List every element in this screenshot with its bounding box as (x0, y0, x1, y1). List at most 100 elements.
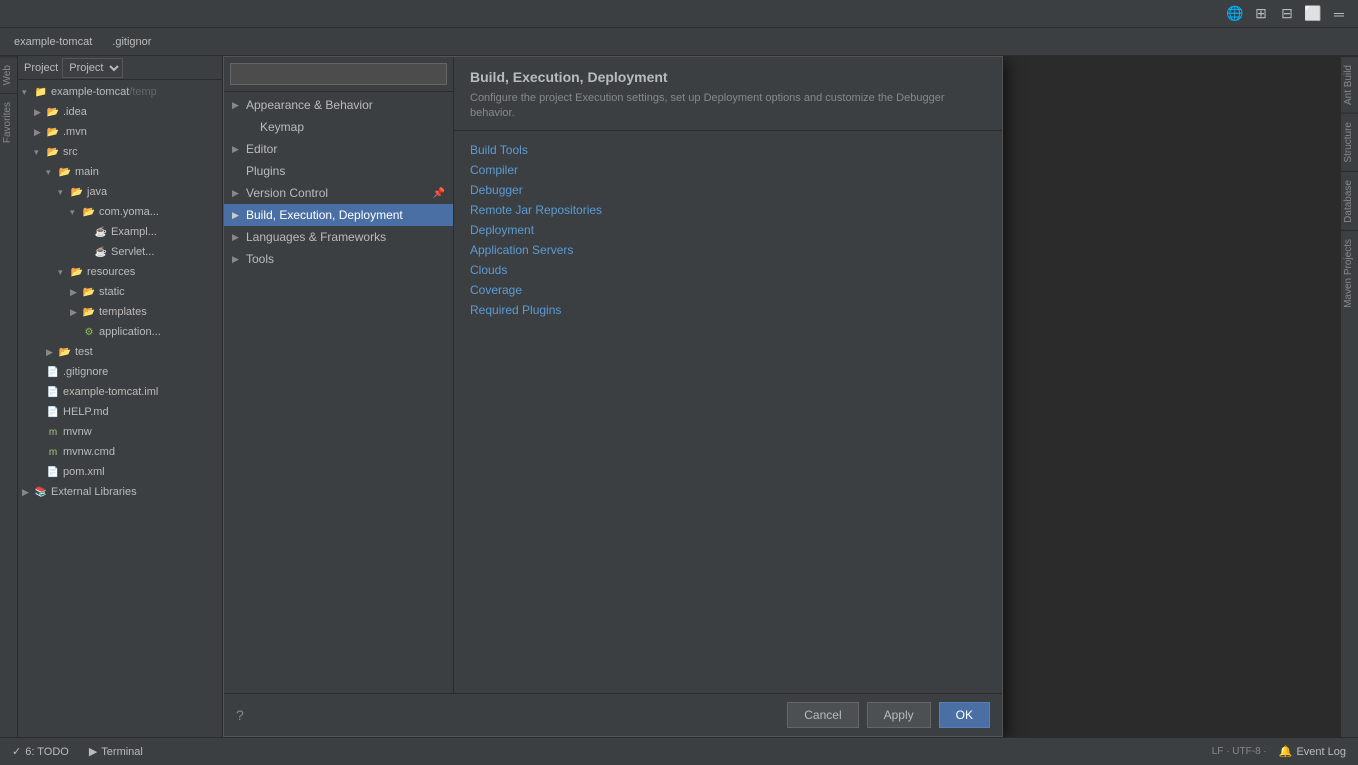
tree-iml[interactable]: 📄 example-tomcat.iml (18, 382, 222, 402)
label-appearance: Appearance & Behavior (246, 98, 373, 112)
tree-static[interactable]: ▶ 📂 static (18, 282, 222, 302)
tree-resources[interactable]: ▾ 📂 resources (18, 262, 222, 282)
tree-main[interactable]: ▾ 📂 main (18, 162, 222, 182)
icon-java-folder: 📂 (70, 185, 84, 199)
label-vcs: Version Control (246, 186, 328, 200)
tree-application[interactable]: ⚙ application... (18, 322, 222, 342)
link-debugger[interactable]: Debugger (470, 183, 986, 197)
nav-item-vcs[interactable]: ▶ Version Control 📌 (224, 182, 453, 204)
help-icon[interactable]: ? (236, 707, 244, 723)
arrow-appearance: ▶ (232, 100, 246, 111)
arrow-idea: ▶ (34, 107, 46, 118)
tree-templates[interactable]: ▶ 📂 templates (18, 302, 222, 322)
bottom-tab-terminal[interactable]: ▶ Terminal (85, 743, 147, 760)
label-tools: Tools (246, 252, 274, 266)
arrow-editor: ▶ (232, 144, 246, 155)
tree-pomxml[interactable]: 📄 pom.xml (18, 462, 222, 482)
search-box (224, 57, 453, 92)
icon-application: ⚙ (82, 325, 96, 339)
icon-settings[interactable]: ═ (1328, 3, 1350, 25)
left-tab-web[interactable]: Web (0, 56, 17, 93)
label-build: Build, Execution, Deployment (246, 208, 403, 222)
right-tab-database[interactable]: Database (1341, 171, 1358, 231)
icon-help: 📄 (46, 405, 60, 419)
right-tab-structure[interactable]: Structure (1341, 113, 1358, 171)
bottom-bar: ✓ 6: TODO ▶ Terminal LF · UTF-8 · 🔔 Even… (0, 737, 1358, 765)
icon-resources: 📂 (70, 265, 84, 279)
link-build-tools[interactable]: Build Tools (470, 143, 986, 157)
icon-mvnw: m (46, 425, 60, 439)
nav-item-tools[interactable]: ▶ Tools (224, 248, 453, 270)
tree-src[interactable]: ▾ 📂 src (18, 142, 222, 162)
icon-world[interactable]: 🌐 (1224, 3, 1246, 25)
content-title: Build, Execution, Deployment (470, 69, 986, 85)
left-tab-favorites[interactable]: Favorites (0, 93, 17, 151)
tree-test[interactable]: ▶ 📂 test (18, 342, 222, 362)
tree-idea[interactable]: ▶ 📂 .idea (18, 102, 222, 122)
bottom-tab-todo[interactable]: ✓ 6: TODO (8, 743, 73, 760)
tree-help[interactable]: 📄 HELP.md (18, 402, 222, 422)
nav-item-languages[interactable]: ▶ Languages & Frameworks (224, 226, 453, 248)
tab-gitignore[interactable]: .gitignor (106, 34, 157, 50)
arrow-languages: ▶ (232, 232, 246, 243)
icon-main: 📂 (58, 165, 72, 179)
apply-button[interactable]: Apply (867, 702, 931, 728)
tab-example-tomcat[interactable]: example-tomcat (8, 34, 98, 50)
label-servlet: Servlet... (111, 246, 154, 258)
dialog-footer: ? Cancel Apply OK (224, 693, 1002, 736)
icon-templates: 📂 (82, 305, 96, 319)
tree-mvn[interactable]: ▶ 📂 .mvn (18, 122, 222, 142)
icon-static: 📂 (82, 285, 96, 299)
label-templates: templates (99, 306, 147, 318)
arrow-mvn: ▶ (34, 127, 46, 138)
link-remote-jar[interactable]: Remote Jar Repositories (470, 203, 986, 217)
label-gitignore: .gitignore (63, 366, 108, 378)
arrow-java: ▾ (58, 187, 70, 198)
nav-item-keymap[interactable]: Keymap (224, 116, 453, 138)
link-deployment[interactable]: Deployment (470, 223, 986, 237)
tree-com[interactable]: ▾ 📂 com.yoma... (18, 202, 222, 222)
arrow-main: ▾ (46, 167, 58, 178)
tab-bar: example-tomcat .gitignor (0, 28, 1358, 56)
icon-grid[interactable]: ⊞ (1250, 3, 1272, 25)
content-body: Build Tools Compiler Debugger Remote Jar… (454, 131, 1002, 693)
ok-button[interactable]: OK (939, 702, 990, 728)
label-static: static (99, 286, 125, 298)
right-tab-ant-build[interactable]: Ant Build (1341, 56, 1358, 113)
icon-project: 📁 (34, 85, 48, 99)
project-tree: ▾ 📁 example-tomcat /temp ▶ 📂 .idea ▶ 📂 .… (18, 80, 222, 737)
tree-external-libs[interactable]: ▶ 📚 External Libraries (18, 482, 222, 502)
label-languages: Languages & Frameworks (246, 230, 386, 244)
link-coverage[interactable]: Coverage (470, 283, 986, 297)
cancel-button[interactable]: Cancel (787, 702, 858, 728)
nav-item-build[interactable]: ▶ Build, Execution, Deployment (224, 204, 453, 226)
link-required-plugins[interactable]: Required Plugins (470, 303, 986, 317)
tree-java[interactable]: ▾ 📂 java (18, 182, 222, 202)
link-clouds[interactable]: Clouds (470, 263, 986, 277)
arrow-static: ▶ (70, 287, 82, 298)
nav-item-appearance[interactable]: ▶ Appearance & Behavior (224, 94, 453, 116)
search-input[interactable] (230, 63, 447, 85)
nav-item-plugins[interactable]: Plugins (224, 160, 453, 182)
link-app-servers[interactable]: Application Servers (470, 243, 986, 257)
icon-iml: 📄 (46, 385, 60, 399)
bottom-tab-event-log[interactable]: 🔔 Event Log (1275, 743, 1350, 760)
tree-mvnwcmd[interactable]: m mvnw.cmd (18, 442, 222, 462)
nav-item-editor[interactable]: ▶ Editor (224, 138, 453, 160)
tree-root[interactable]: ▾ 📁 example-tomcat /temp (18, 82, 222, 102)
icon-minus[interactable]: ⊟ (1276, 3, 1298, 25)
arrow-root: ▾ (22, 87, 34, 98)
nav-panel: ▶ Appearance & Behavior Keymap ▶ (224, 57, 454, 693)
arrow-com: ▾ (70, 207, 82, 218)
tree-gitignore[interactable]: 📄 .gitignore (18, 362, 222, 382)
todo-label: 6: TODO (25, 746, 69, 758)
tree-servlet[interactable]: ☕ Servlet... (18, 242, 222, 262)
top-icon-bar: 🌐 ⊞ ⊟ ⬜ ═ (0, 0, 1358, 28)
icon-expand[interactable]: ⬜ (1302, 3, 1324, 25)
project-scope-select[interactable]: Project (62, 58, 123, 78)
link-compiler[interactable]: Compiler (470, 163, 986, 177)
tree-exampl[interactable]: ☕ Exampl... (18, 222, 222, 242)
right-tab-maven[interactable]: Maven Projects (1341, 230, 1358, 316)
arrow-templates: ▶ (70, 307, 82, 318)
tree-mvnw[interactable]: m mvnw (18, 422, 222, 442)
